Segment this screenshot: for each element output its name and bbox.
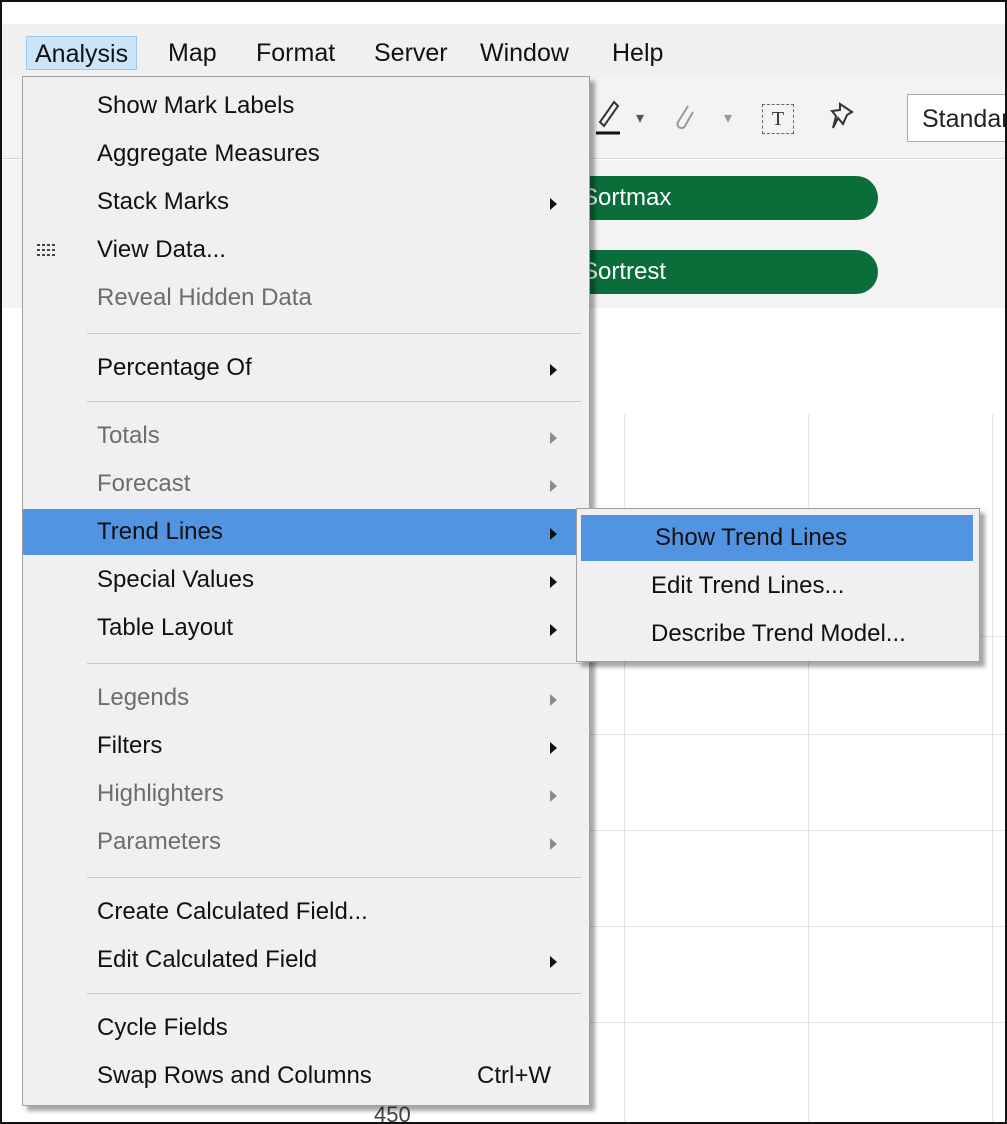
menu-item-label: Swap Rows and Columns	[97, 1062, 372, 1089]
menu-separator	[87, 877, 581, 878]
menu-item-highlighters[interactable]: Highlighters	[23, 771, 589, 817]
chevron-down-icon[interactable]: ▾	[636, 100, 644, 138]
menu-item-label: Aggregate Measures	[97, 140, 320, 167]
menu-item-label: Special Values	[97, 566, 254, 593]
menu-item-edit-trend-lines[interactable]: Edit Trend Lines...	[577, 563, 979, 609]
menu-item-label: Legends	[97, 684, 190, 711]
menu-server[interactable]: Server	[366, 36, 456, 70]
menu-item-label: Percentage Of	[97, 354, 252, 381]
menu-item-legends[interactable]: Legends	[23, 675, 589, 721]
menu-item-aggregate-measures[interactable]: Aggregate Measures	[23, 131, 589, 177]
menu-separator	[87, 663, 581, 664]
menu-item-label: Filters	[97, 732, 163, 759]
pin-icon[interactable]	[830, 100, 858, 138]
menu-item-special-values[interactable]: Special Values	[23, 557, 589, 603]
submenu-arrow-icon	[550, 198, 557, 210]
menu-item-label: Show Trend Lines	[655, 524, 848, 551]
rows-pill[interactable]: Sortrest	[542, 250, 878, 294]
menu-item-label: Create Calculated Field...	[97, 898, 368, 925]
submenu-arrow-icon	[550, 624, 557, 636]
menu-item-trend-lines[interactable]: Trend Lines	[23, 509, 589, 555]
submenu-arrow-icon	[550, 480, 557, 492]
menu-item-label: Reveal Hidden Data	[97, 284, 312, 311]
menu-bar: Analysis Map Format Server Window Help	[2, 24, 1005, 78]
trend-lines-submenu: Show Trend Lines Edit Trend Lines... Des…	[576, 508, 980, 662]
menu-item-label: Table Layout	[97, 614, 234, 641]
menu-item-view-data[interactable]: View Data...	[23, 227, 589, 273]
menu-item-reveal-hidden-data[interactable]: Reveal Hidden Data	[23, 275, 589, 321]
chevron-down-icon[interactable]: ▾	[724, 100, 732, 138]
menu-item-label: Trend Lines	[97, 518, 223, 545]
menu-separator	[87, 401, 581, 402]
menu-item-label: Stack Marks	[97, 188, 230, 215]
menu-item-label: Describe Trend Model...	[651, 620, 906, 647]
view-data-grid-icon	[37, 244, 55, 256]
menu-item-table-layout[interactable]: Table Layout	[23, 605, 589, 651]
menu-item-stack-marks[interactable]: Stack Marks	[23, 179, 589, 225]
app-window: Analysis Map Format Server Window Help ▾…	[0, 0, 1007, 1124]
menu-item-label: Edit Trend Lines...	[651, 572, 845, 599]
fit-dropdown[interactable]: Standard	[907, 94, 1005, 142]
menu-item-percentage-of[interactable]: Percentage Of	[23, 345, 589, 391]
submenu-arrow-icon	[550, 956, 557, 968]
submenu-arrow-icon	[550, 576, 557, 588]
submenu-arrow-icon	[550, 742, 557, 754]
columns-pill[interactable]: Sortmax	[542, 176, 878, 220]
text-tool-icon[interactable]: T	[762, 104, 794, 134]
menu-help[interactable]: Help	[604, 36, 671, 70]
menu-map[interactable]: Map	[160, 36, 225, 70]
menu-item-label: Totals	[97, 422, 160, 449]
menu-item-label: Highlighters	[97, 780, 224, 807]
analysis-menu: Show Mark Labels Aggregate Measures Stac…	[22, 76, 590, 1106]
highlight-pen-icon[interactable]	[594, 100, 622, 138]
menu-window[interactable]: Window	[472, 36, 577, 70]
menu-item-filters[interactable]: Filters	[23, 723, 589, 769]
menu-item-swap-rows-and-columns[interactable]: Swap Rows and Columns Ctrl+W	[23, 1053, 589, 1099]
menu-item-label: Parameters	[97, 828, 222, 855]
submenu-arrow-icon	[550, 432, 557, 444]
submenu-arrow-icon	[550, 528, 557, 540]
menu-separator	[87, 333, 581, 334]
menu-item-label: Cycle Fields	[97, 1014, 228, 1041]
menu-item-create-calculated-field[interactable]: Create Calculated Field...	[23, 889, 589, 935]
paperclip-icon[interactable]	[670, 100, 696, 138]
menu-item-label: View Data...	[97, 236, 226, 263]
menu-separator	[87, 993, 581, 994]
submenu-arrow-icon	[550, 364, 557, 376]
grid-line	[992, 414, 993, 1122]
menu-item-describe-trend-model[interactable]: Describe Trend Model...	[577, 611, 979, 657]
submenu-arrow-icon	[550, 694, 557, 706]
menu-item-edit-calculated-field[interactable]: Edit Calculated Field	[23, 937, 589, 983]
menu-item-label: Forecast	[97, 470, 191, 497]
menu-item-show-trend-lines[interactable]: Show Trend Lines	[581, 515, 973, 561]
menu-item-show-mark-labels[interactable]: Show Mark Labels	[23, 83, 589, 129]
menu-analysis[interactable]: Analysis	[26, 36, 138, 70]
submenu-arrow-icon	[550, 838, 557, 850]
menu-item-parameters[interactable]: Parameters	[23, 819, 589, 865]
menu-shortcut: Ctrl+W	[477, 1062, 551, 1089]
menu-item-forecast[interactable]: Forecast	[23, 461, 589, 507]
menu-item-totals[interactable]: Totals	[23, 413, 589, 459]
menu-item-cycle-fields[interactable]: Cycle Fields	[23, 1005, 589, 1051]
menu-item-label: Show Mark Labels	[97, 92, 295, 119]
menu-format[interactable]: Format	[248, 36, 343, 70]
submenu-arrow-icon	[550, 790, 557, 802]
menu-item-label: Edit Calculated Field	[97, 946, 318, 973]
